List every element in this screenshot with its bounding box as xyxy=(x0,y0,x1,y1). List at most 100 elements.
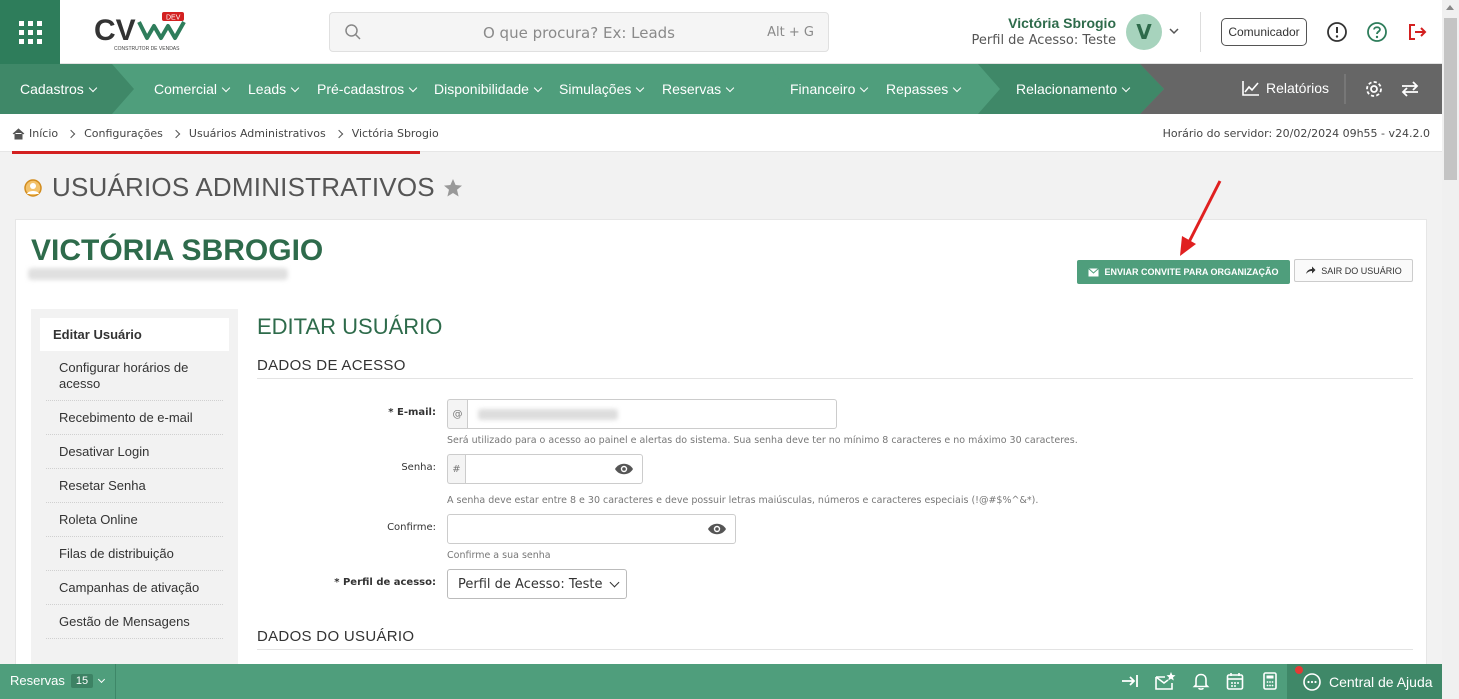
envelope-icon xyxy=(1088,267,1100,276)
chevron-down-icon xyxy=(98,675,106,683)
nav-comercial[interactable]: Comercial xyxy=(154,81,231,97)
help-center-label: Central de Ajuda xyxy=(1329,673,1433,690)
chart-line-icon xyxy=(1242,81,1259,96)
reservas-count: 15 xyxy=(70,673,94,688)
search-placeholder: O que procura? Ex: Leads xyxy=(482,24,675,42)
page-scrollbar[interactable] xyxy=(1442,0,1459,699)
section-divider xyxy=(257,649,1413,650)
breadcrumb-inicio[interactable]: Início xyxy=(29,127,58,140)
menu-edit-user[interactable]: Editar Usuário xyxy=(40,318,229,351)
eye-icon[interactable] xyxy=(614,461,634,477)
breadcrumb-separator xyxy=(171,129,181,138)
profile-label: * Perfil de acesso: xyxy=(334,577,436,588)
send-invite-button[interactable]: ENVIAR CONVITE PARA ORGANIZAÇÃO xyxy=(1077,260,1290,284)
breadcrumb-separator xyxy=(334,129,343,138)
scroll-up-icon[interactable] xyxy=(1446,5,1454,10)
user-info[interactable]: Victória Sbrogio Perfil de Acesso: Teste xyxy=(972,15,1116,48)
header-divider xyxy=(1200,12,1201,52)
svg-text:CONSTRUTOR DE VENDAS: CONSTRUTOR DE VENDAS xyxy=(114,46,180,52)
breadcrumb-separator xyxy=(66,129,76,138)
email-field[interactable] xyxy=(467,399,837,429)
nav-cadastros[interactable]: Cadastros xyxy=(20,81,98,97)
calculator-icon[interactable] xyxy=(1260,671,1280,691)
breadcrumb-underline xyxy=(12,151,420,154)
apps-menu-button[interactable] xyxy=(0,0,60,64)
access-profile-select[interactable]: Perfil de Acesso: Teste xyxy=(447,569,627,599)
nav-pre-cadastros[interactable]: Pré-cadastros xyxy=(317,81,418,97)
password-label: Senha: xyxy=(401,462,436,473)
page-title: USUÁRIOS ADMINISTRATIVOS xyxy=(22,172,463,203)
confirm-help: Confirme a sua senha xyxy=(447,550,551,561)
password-field[interactable] xyxy=(465,454,643,484)
share-arrow-icon xyxy=(1306,266,1316,274)
section-divider xyxy=(257,378,1413,379)
gear-icon[interactable] xyxy=(1364,79,1384,99)
annotation-arrow-icon xyxy=(1180,180,1222,256)
nav-reservas[interactable]: Reservas xyxy=(662,81,735,97)
menu-access-hours[interactable]: Configurar horários de acesso xyxy=(46,351,223,401)
email-help: Será utilizado para o acesso ao painel e… xyxy=(447,435,1078,446)
nav-simulacoes[interactable]: Simulações xyxy=(559,81,645,97)
user-side-menu: Editar Usuário Configurar horários de ac… xyxy=(31,309,238,680)
global-search-input[interactable]: O que procura? Ex: Leads Alt + G xyxy=(329,12,829,52)
nav-leads[interactable]: Leads xyxy=(248,81,300,97)
form-title: EDITAR USUÁRIO xyxy=(257,314,443,339)
menu-deactivate-login[interactable]: Desativar Login xyxy=(46,435,223,469)
access-profile-value: Perfil de Acesso: Teste xyxy=(458,577,603,592)
user-panel: VICTÓRIA SBROGIO ENVIAR CONVITE PARA ORG… xyxy=(15,180,1427,680)
help-icon[interactable] xyxy=(1366,21,1388,43)
logout-icon[interactable] xyxy=(1406,21,1428,43)
exit-user-button[interactable]: SAIR DO USUÁRIO xyxy=(1294,259,1413,282)
home-icon[interactable] xyxy=(12,127,25,140)
nav-relacionamento[interactable]: Relacionamento xyxy=(1016,81,1131,97)
email-label: * E-mail: xyxy=(388,407,436,418)
footer-divider xyxy=(115,664,116,699)
scroll-thumb[interactable] xyxy=(1444,18,1457,180)
help-center-button[interactable]: Central de Ajuda xyxy=(1287,664,1442,699)
svg-text:CV: CV xyxy=(94,14,136,47)
nav-relatorios[interactable]: Relatórios xyxy=(1242,80,1329,96)
menu-email-receipt[interactable]: Recebimento de e-mail xyxy=(46,401,223,435)
user-heading: VICTÓRIA SBROGIO xyxy=(31,234,324,267)
avatar[interactable]: V xyxy=(1126,14,1162,50)
bell-icon[interactable] xyxy=(1191,671,1211,691)
breadcrumb-usuarios[interactable]: Usuários Administrativos xyxy=(189,127,326,140)
bottom-bar: Reservas 15 Central de Ajuda xyxy=(0,664,1442,699)
password-addon: # xyxy=(447,454,465,484)
eye-icon[interactable] xyxy=(707,521,727,537)
nav-financeiro[interactable]: Financeiro xyxy=(790,81,869,97)
section-user-title: DADOS DO USUÁRIO xyxy=(257,628,415,645)
section-access-title: DADOS DE ACESSO xyxy=(257,357,406,374)
menu-activation-campaigns[interactable]: Campanhas de ativação xyxy=(46,571,223,605)
reservas-label: Reservas xyxy=(10,673,65,688)
menu-online-roulette[interactable]: Roleta Online xyxy=(46,503,223,537)
nav-disponibilidade[interactable]: Disponibilidade xyxy=(434,81,543,97)
notification-dot xyxy=(1295,666,1303,674)
star-icon[interactable] xyxy=(443,178,463,198)
comunicador-button[interactable]: Comunicador xyxy=(1221,18,1307,46)
redacted-info xyxy=(28,268,288,280)
calendar-icon[interactable] xyxy=(1225,671,1245,691)
info-icon[interactable] xyxy=(1326,21,1348,43)
breadcrumb-bar: Início Configurações Usuários Administra… xyxy=(0,114,1442,154)
reservas-toggle[interactable]: Reservas 15 xyxy=(10,673,106,688)
menu-message-management[interactable]: Gestão de Mensagens xyxy=(46,605,223,639)
cv-logo[interactable]: CV DEV CONSTRUTOR DE VENDAS xyxy=(92,10,192,54)
breadcrumb-configuracoes[interactable]: Configurações xyxy=(84,127,163,140)
menu-reset-password[interactable]: Resetar Senha xyxy=(46,469,223,503)
collapse-right-icon[interactable] xyxy=(1120,671,1140,691)
search-shortcut: Alt + G xyxy=(767,25,814,40)
confirm-label: Confirme: xyxy=(387,522,436,533)
apps-grid-icon xyxy=(18,20,42,44)
nav-repasses[interactable]: Repasses xyxy=(886,81,962,97)
svg-text:DEV: DEV xyxy=(166,15,181,22)
redacted-email xyxy=(478,409,618,420)
chevron-down-icon xyxy=(609,577,620,588)
password-help: A senha deve estar entre 8 e 30 caracter… xyxy=(447,495,1039,506)
swap-icon[interactable] xyxy=(1400,79,1420,99)
mail-star-icon[interactable] xyxy=(1154,671,1176,691)
menu-distribution-queues[interactable]: Filas de distribuição xyxy=(46,537,223,571)
chat-bubble-icon xyxy=(1303,672,1321,691)
confirm-password-field[interactable] xyxy=(447,514,736,544)
chevron-down-icon[interactable] xyxy=(1168,26,1180,36)
